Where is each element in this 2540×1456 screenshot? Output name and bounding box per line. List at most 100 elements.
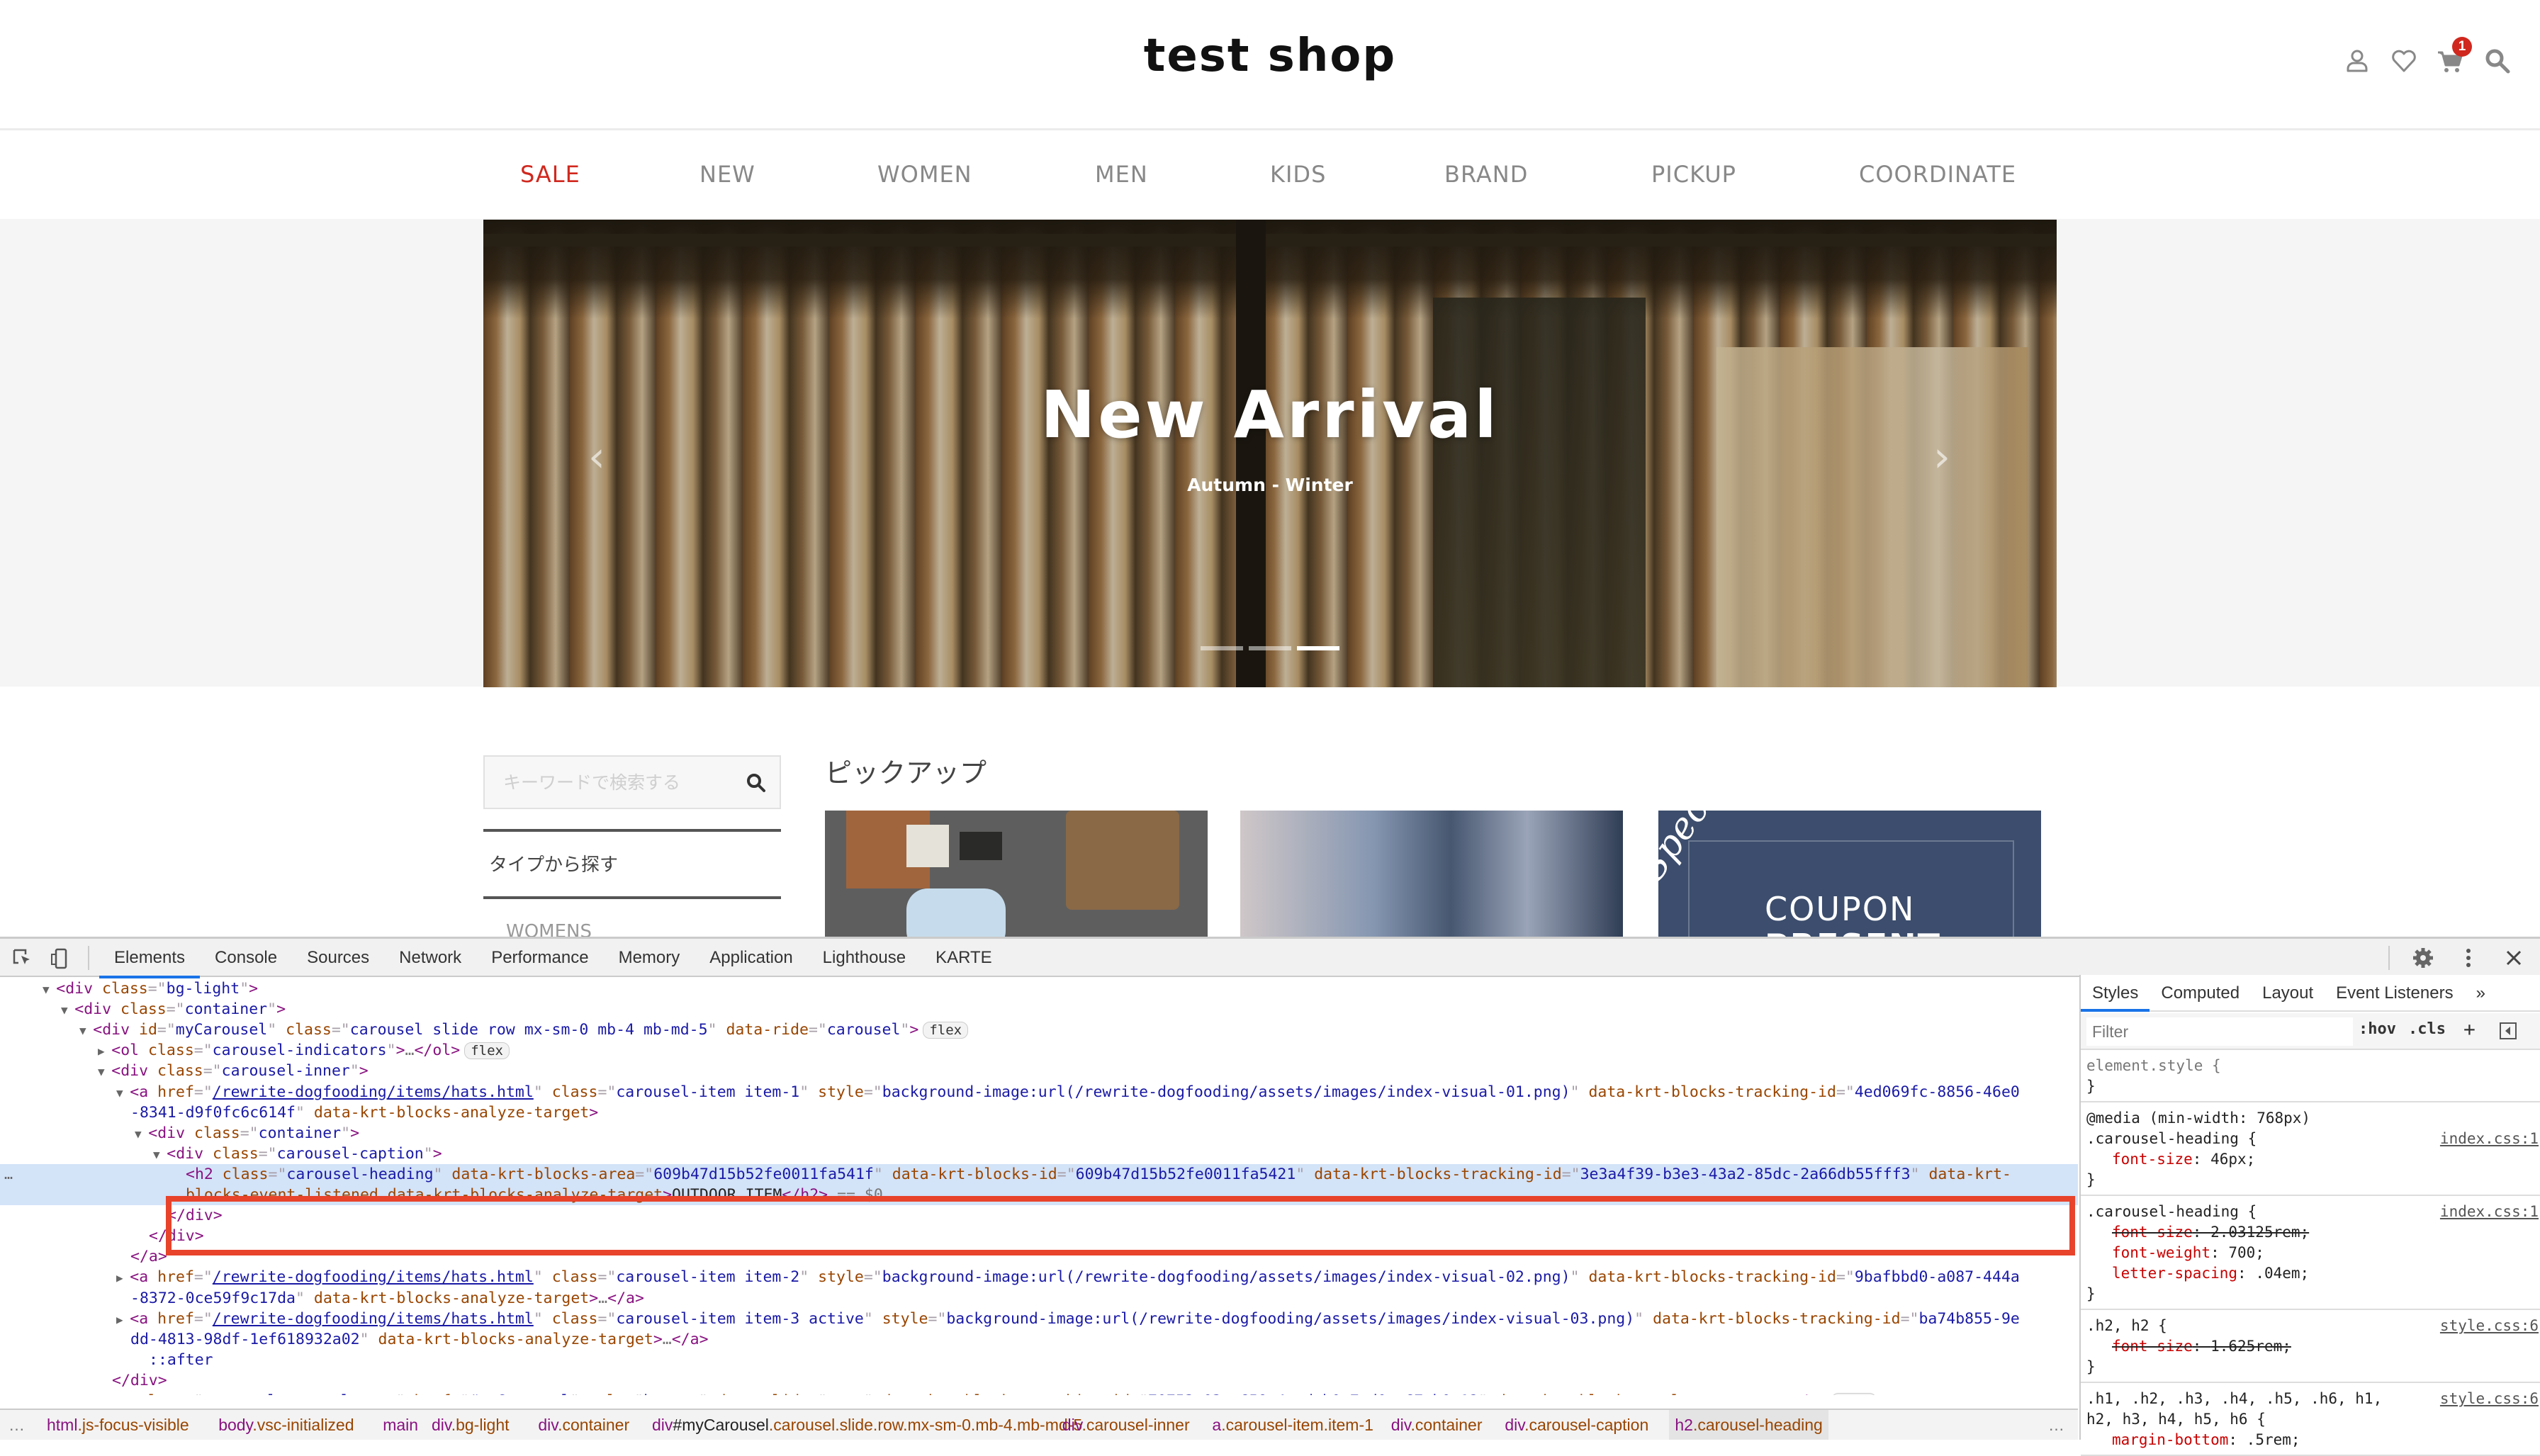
devtools-tab-console[interactable]: Console: [200, 939, 292, 977]
dom-node[interactable]: ▶ <a href="/rewrite-dogfooding/items/hat…: [0, 1309, 2078, 1329]
breadcrumb-item[interactable]: div.container: [1391, 1410, 1483, 1440]
devtools-tab-sources[interactable]: Sources: [292, 939, 384, 977]
css-source-link[interactable]: index.css:1: [2440, 1202, 2539, 1222]
breadcrumb-item[interactable]: body.vsc-initialized: [218, 1410, 354, 1440]
expand-triangle-icon[interactable]: ▼: [153, 1148, 167, 1161]
breadcrumb-overflow-left[interactable]: …: [9, 1410, 25, 1440]
pickup-card-coupon[interactable]: Special COUPON PRESENT: [1658, 811, 2041, 937]
dom-node[interactable]: </div>: [0, 1205, 2078, 1226]
css-source-link[interactable]: index.css:1: [2440, 1129, 2539, 1149]
collapsed-triangle-icon[interactable]: ▶: [98, 1044, 111, 1058]
breadcrumb-item[interactable]: h2.carousel-heading: [1669, 1410, 1828, 1440]
search-submit-icon[interactable]: [744, 771, 768, 795]
pickup-card-denim[interactable]: [1240, 811, 1623, 937]
dom-node[interactable]: -8341-d9f0fc6c614f" data-krt-blocks-anal…: [0, 1102, 2078, 1123]
dom-node[interactable]: ▶ <a href="/rewrite-dogfooding/items/hat…: [0, 1267, 2078, 1287]
breadcrumb-item[interactable]: div#myCarousel.carousel.slide.row.mx-sm-…: [652, 1410, 1082, 1440]
nav-men[interactable]: MEN: [1095, 161, 1148, 188]
devtools-tab-application[interactable]: Application: [695, 939, 807, 977]
more-tabs-icon[interactable]: »: [2465, 975, 2497, 1010]
dom-node[interactable]: </a>: [0, 1246, 2078, 1267]
css-source-link[interactable]: style.css:6: [2440, 1389, 2539, 1409]
css-declaration[interactable]: font-weight: 700;: [2086, 1243, 2537, 1263]
dom-node[interactable]: ▼ <div class="bg-light">: [0, 978, 2078, 999]
flex-badge[interactable]: flex: [923, 1022, 969, 1039]
devtools-tab-performance[interactable]: Performance: [476, 939, 603, 977]
styles-tab-styles[interactable]: Styles: [2081, 975, 2150, 1012]
carousel-indicator-1[interactable]: [1201, 646, 1243, 650]
dom-node[interactable]: ▶ <a class="carousel-control-prev" href=…: [0, 1391, 2078, 1395]
account-icon[interactable]: [2343, 47, 2371, 75]
breadcrumb-item[interactable]: div.bg-light: [432, 1410, 510, 1440]
dom-node[interactable]: ▼ <div class="carousel-caption">: [0, 1144, 2078, 1164]
flex-badge[interactable]: flex: [464, 1042, 510, 1060]
expand-triangle-icon[interactable]: ▼: [116, 1086, 130, 1100]
expand-triangle-icon[interactable]: ▼: [61, 1003, 74, 1017]
pickup-card-accessories[interactable]: [825, 811, 1208, 937]
styles-tab-computed[interactable]: Computed: [2150, 975, 2251, 1010]
breadcrumb-item[interactable]: a.carousel-item.item-1: [1212, 1410, 1373, 1440]
expand-triangle-icon[interactable]: ▼: [79, 1024, 93, 1037]
styles-filter-input[interactable]: [2086, 1017, 2353, 1046]
breadcrumb-item[interactable]: div.container: [538, 1410, 629, 1440]
nav-women[interactable]: WOMEN: [877, 161, 972, 188]
css-declaration[interactable]: font-size: 46px;: [2086, 1149, 2537, 1170]
dom-link[interactable]: /rewrite-dogfooding/items/hats.html: [213, 1083, 534, 1101]
collapsed-triangle-icon[interactable]: ▶: [116, 1271, 130, 1285]
css-source-link[interactable]: style.css:6: [2440, 1316, 2539, 1336]
close-devtools-icon[interactable]: [2502, 946, 2526, 970]
nav-pickup[interactable]: PICKUP: [1651, 161, 1736, 188]
carousel-next-icon[interactable]: ›: [1933, 432, 1950, 482]
css-declaration[interactable]: font-size: 2.03125rem;: [2086, 1222, 2537, 1243]
devtools-tab-memory[interactable]: Memory: [604, 939, 695, 977]
device-toolbar-icon[interactable]: [50, 947, 72, 970]
nav-sale[interactable]: SALE: [520, 161, 580, 188]
dom-node[interactable]: ▼ <div class="carousel-inner">: [0, 1061, 2078, 1081]
css-declaration[interactable]: margin-bottom: .5rem;: [2086, 1430, 2537, 1450]
node-actions-ellipsis[interactable]: …: [4, 1164, 13, 1185]
dom-node[interactable]: </div>: [0, 1226, 2078, 1246]
styles-tab-event-listeners[interactable]: Event Listeners: [2325, 975, 2464, 1010]
expand-triangle-icon[interactable]: ▼: [43, 983, 56, 996]
devtools-tab-lighthouse[interactable]: Lighthouse: [808, 939, 921, 977]
breadcrumb-overflow-right[interactable]: …: [2048, 1410, 2064, 1440]
dom-node-selected[interactable]: … <h2 class="carousel-heading" data-krt-b…: [0, 1163, 2078, 1185]
breadcrumb-item[interactable]: div.carousel-caption: [1505, 1410, 1648, 1440]
dom-node[interactable]: -8372-0ce59f9c17da" data-krt-blocks-anal…: [0, 1288, 2078, 1309]
dom-link[interactable]: /rewrite-dogfooding/items/hats.html: [213, 1310, 534, 1328]
breadcrumb-item[interactable]: div.carousel-inner: [1062, 1410, 1190, 1440]
breadcrumb-item[interactable]: html.js-focus-visible: [47, 1410, 189, 1440]
nav-kids[interactable]: KIDS: [1270, 161, 1326, 188]
dom-node[interactable]: ▼ <a href="/rewrite-dogfooding/items/hat…: [0, 1082, 2078, 1102]
nav-brand[interactable]: BRAND: [1444, 161, 1528, 188]
new-rule-plus-icon[interactable]: +: [2463, 1017, 2476, 1041]
favorite-heart-icon[interactable]: [2390, 47, 2418, 75]
site-logo[interactable]: test shop: [0, 30, 2540, 82]
dom-link[interactable]: /rewrite-dogfooding/items/hats.html: [213, 1268, 534, 1286]
breadcrumb-item[interactable]: main: [383, 1410, 418, 1440]
carousel-indicator-2[interactable]: [1249, 646, 1291, 650]
nav-coordinate[interactable]: COORDINATE: [1859, 161, 2016, 188]
dom-node[interactable]: ▶ <ol class="carousel-indicators">…</ol>…: [0, 1040, 2078, 1061]
toggle-sidebar-icon[interactable]: [2499, 1022, 2517, 1044]
css-declaration[interactable]: letter-spacing: .04em;: [2086, 1263, 2537, 1284]
devtools-tab-network[interactable]: Network: [384, 939, 476, 977]
dom-node[interactable]: ▼ <div id="myCarousel" class="carousel s…: [0, 1020, 2078, 1040]
cart-icon[interactable]: 1: [2437, 37, 2472, 75]
flex-badge[interactable]: flex: [1831, 1393, 1877, 1395]
hover-state-toggle[interactable]: :hov: [2359, 1020, 2396, 1038]
styles-tab-layout[interactable]: Layout: [2251, 975, 2325, 1010]
dom-node[interactable]: </div>: [0, 1370, 2078, 1391]
css-declaration[interactable]: font-size: 1.625rem;: [2086, 1336, 2537, 1357]
dom-node[interactable]: ▼ <div class="container">: [0, 1123, 2078, 1144]
class-toggle[interactable]: .cls: [2408, 1020, 2446, 1038]
carousel-indicator-3[interactable]: [1297, 646, 1339, 650]
devtools-tab-karte[interactable]: KARTE: [921, 939, 1007, 977]
dom-node[interactable]: ▼ <div class="container">: [0, 999, 2078, 1020]
dom-node-selected[interactable]: blocks-event-listened data-krt-blocks-an…: [0, 1185, 2078, 1205]
dom-node[interactable]: dd-4813-98df-1ef618932a02" data-krt-bloc…: [0, 1329, 2078, 1350]
hero-carousel[interactable]: New Arrival Autumn - Winter ‹ ›: [483, 220, 2057, 687]
collapsed-triangle-icon[interactable]: ▶: [116, 1313, 130, 1326]
search-icon[interactable]: [2483, 47, 2512, 75]
more-options-icon[interactable]: [2456, 946, 2480, 970]
